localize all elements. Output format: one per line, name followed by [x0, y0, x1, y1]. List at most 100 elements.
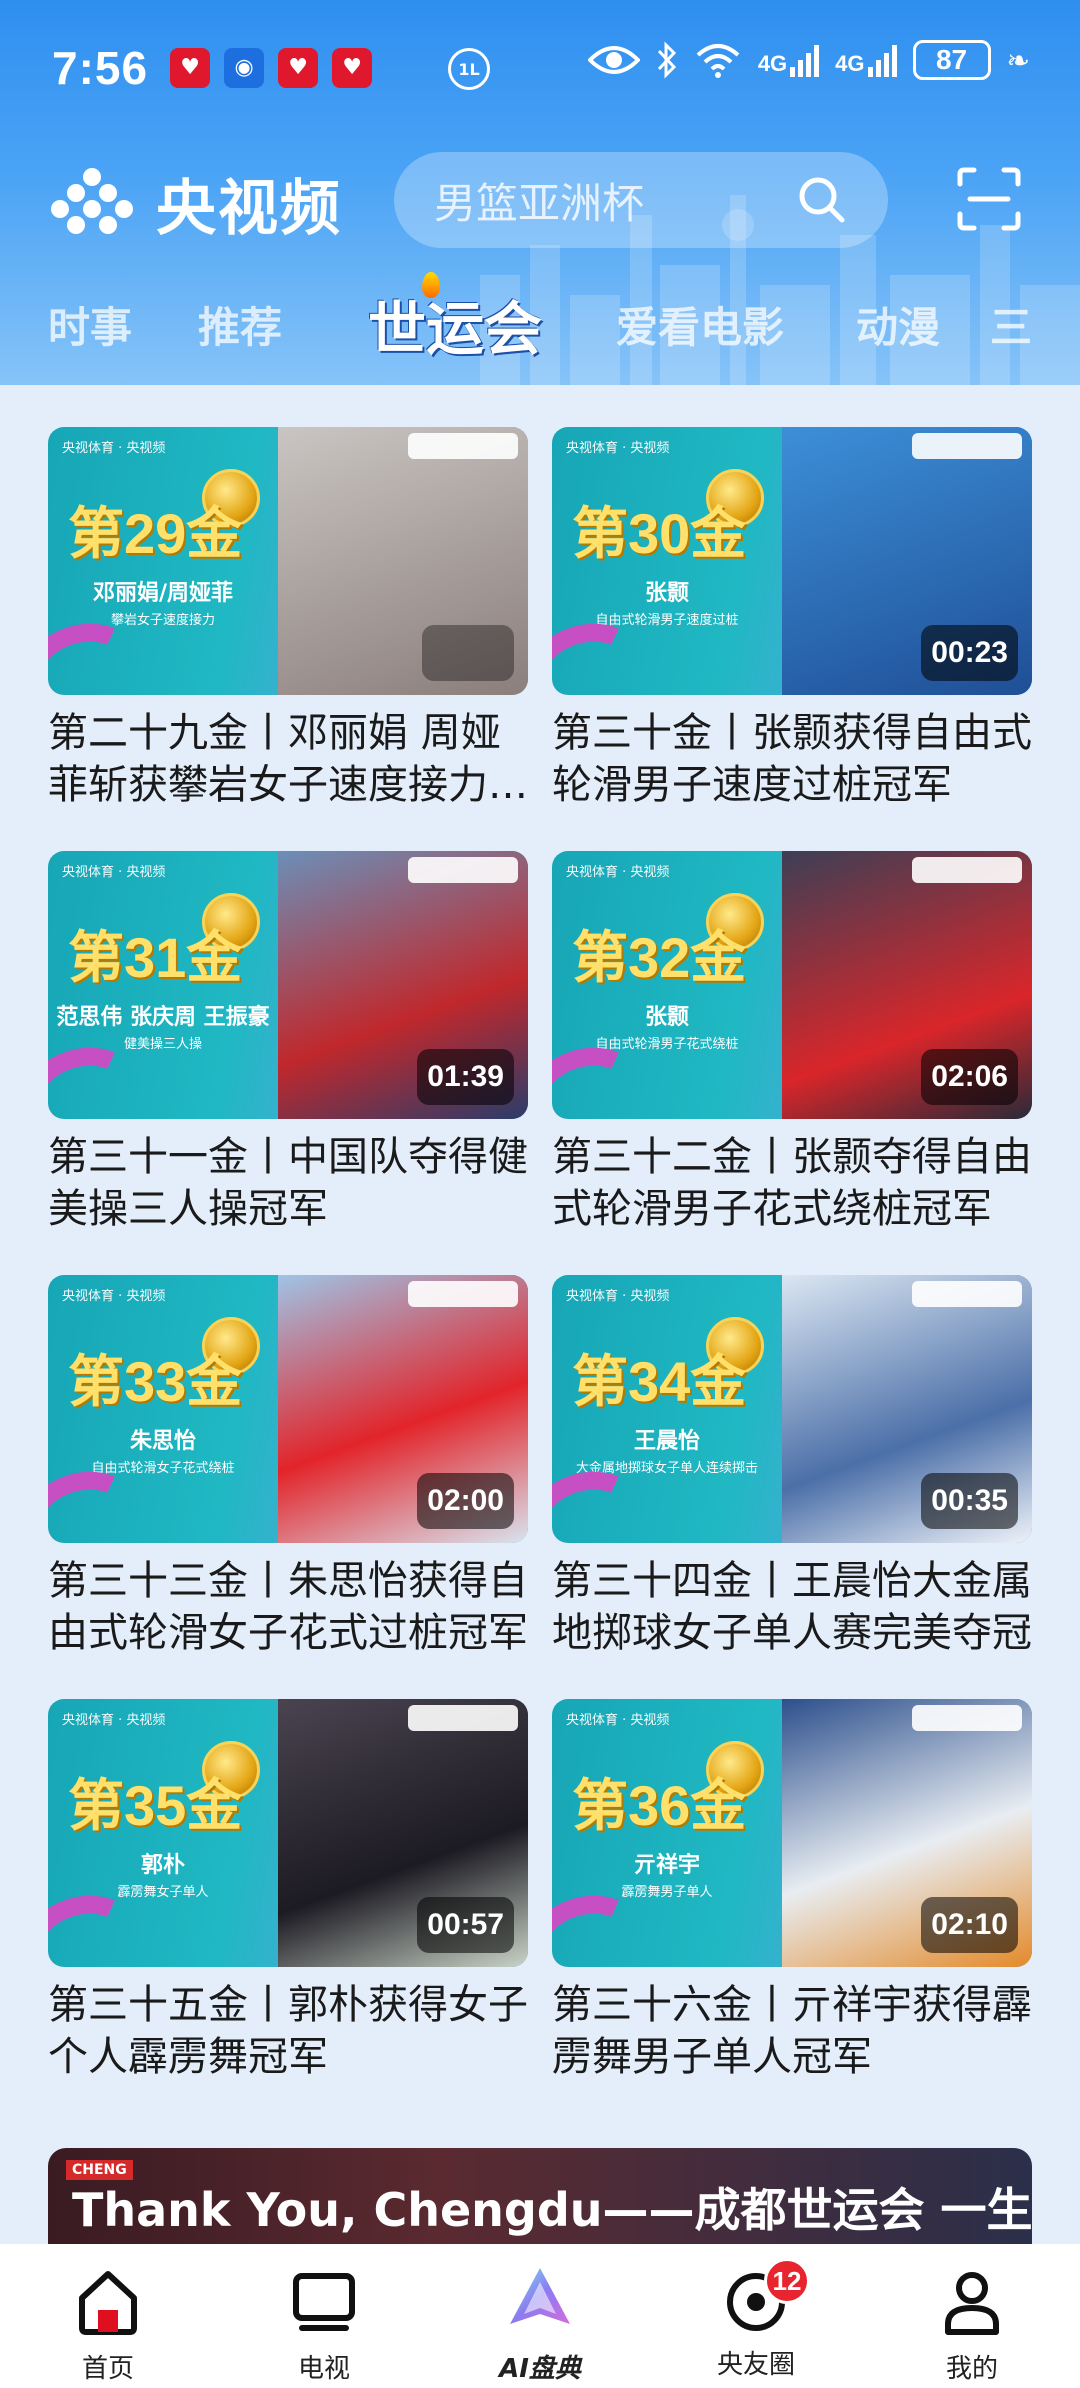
nav-ai-label: AI盘典 [499, 2354, 581, 2384]
world-games-logo [912, 857, 1022, 883]
leaf-icon: ❧ [1006, 43, 1030, 77]
notification-icons: ♥ ◉ ♥ ♥ [170, 47, 373, 88]
gold-number: 第36金 [572, 1774, 747, 1837]
thumb-brand: 央视体育 · 央视频 [62, 1289, 166, 1304]
video-title[interactable]: 第三十六金丨亓祥宇获得霹雳舞男子单人冠军 [552, 1979, 1032, 2083]
video-thumbnail[interactable]: 央视体育 · 央视频 第31金 范思伟 张庆周 王振豪 健美操三人操 01:39 [48, 851, 528, 1119]
video-title[interactable]: 第三十五金丨郭朴获得女子个人霹雳舞冠军 [48, 1979, 528, 2083]
athlete-name: 郭朴 [140, 1853, 185, 1878]
athlete-name: 朱思怡 [129, 1429, 196, 1454]
video-title[interactable]: 第三十二金丨张颢夺得自由式轮滑男子花式绕桩冠军 [552, 1131, 1032, 1235]
video-card[interactable]: 央视体育 · 央视频 第34金 王晨怡 大金属地掷球女子单人连续掷击 00:35… [552, 1275, 1032, 1659]
signal-bars-icon [790, 43, 820, 77]
search-icon[interactable] [796, 174, 848, 226]
tab-current-affairs[interactable]: 时事 [48, 294, 132, 355]
video-thumbnail[interactable]: 央视体育 · 央视频 第34金 王晨怡 大金属地掷球女子单人连续掷击 00:35 [552, 1275, 1032, 1543]
gold-number: 第29金 [68, 502, 243, 565]
world-games-logo [912, 433, 1022, 459]
data-usage-icon: 1L [448, 48, 490, 90]
video-card[interactable]: 央视体育 · 央视频 第32金 张颢 自由式轮滑男子花式绕桩 02:06 第三十… [552, 851, 1032, 1235]
video-duration: 01:39 [417, 1049, 514, 1105]
tab-more[interactable]: 三 [990, 294, 1032, 355]
athlete-name: 范思伟 张庆周 王振豪 [56, 1005, 270, 1030]
app-name: 央视频 [156, 174, 342, 244]
video-thumbnail[interactable]: 央视体育 · 央视频 第29金 邓丽娟/周娅菲 攀岩女子速度接力 [48, 427, 528, 695]
athlete-name: 张颢 [644, 1005, 689, 1030]
user-icon [945, 2272, 999, 2335]
search-placeholder: 男篮亚洲杯 [434, 178, 645, 228]
notification-badge: 12 [764, 2258, 810, 2304]
heart-app-icon: ♥ [332, 47, 373, 88]
search-bar[interactable]: 男篮亚洲杯 [394, 152, 888, 248]
thumb-brand: 央视体育 · 央视频 [566, 441, 670, 456]
wifi-icon [696, 44, 740, 78]
athlete-name: 邓丽娟/周娅菲 [92, 581, 234, 606]
video-card[interactable]: 央视体育 · 央视频 第29金 邓丽娟/周娅菲 攀岩女子速度接力 第二十九金丨邓… [48, 427, 528, 811]
tab-anime[interactable]: 动漫 [856, 294, 940, 355]
video-duration: 02:10 [921, 1897, 1018, 1953]
nav-profile-label: 我的 [945, 2354, 998, 2384]
flame-icon [422, 272, 440, 298]
scan-icon[interactable] [956, 166, 1022, 232]
world-games-logo [408, 857, 518, 883]
gold-number: 第31金 [68, 926, 243, 989]
video-duration [422, 625, 514, 681]
app-logo[interactable]: 央视频 [46, 160, 342, 247]
world-games-logo [912, 1705, 1022, 1731]
video-card[interactable]: 央视体育 · 央视频 第30金 张颢 自由式轮滑男子速度过桩 00:23 第三十… [552, 427, 1032, 811]
nav-ai[interactable]: AI盘典 [470, 2266, 610, 2385]
nav-home[interactable]: 首页 [38, 2266, 178, 2385]
video-title[interactable]: 第三十三金丨朱思怡获得自由式轮滑女子花式过桩冠军 [48, 1555, 528, 1659]
video-thumbnail[interactable]: 央视体育 · 央视频 第32金 张颢 自由式轮滑男子花式绕桩 02:06 [552, 851, 1032, 1119]
video-duration: 00:23 [921, 625, 1018, 681]
header: 7:56 ♥ ◉ ♥ ♥ 1L 4G 4G 87 ❧ 央视频 男篮亚洲杯 时事 … [0, 0, 1080, 385]
featured-banner[interactable]: CHENG Thank You, Chengdu——成都世运会 一生难忘的回忆! [48, 2148, 1032, 2258]
video-thumbnail[interactable]: 央视体育 · 央视频 第33金 朱思怡 自由式轮滑女子花式绕桩 02:00 [48, 1275, 528, 1543]
nav-tv-label: 电视 [297, 2354, 350, 2384]
gold-number: 第30金 [572, 502, 747, 565]
athlete-name: 亓祥宇 [633, 1853, 700, 1878]
video-card[interactable]: 央视体育 · 央视频 第36金 亓祥宇 霹雳舞男子单人 02:10 第三十六金丨… [552, 1699, 1032, 2083]
heart-app-icon: ♥ [278, 47, 319, 88]
thumb-brand: 央视体育 · 央视频 [62, 441, 166, 456]
gold-number: 第33金 [68, 1350, 243, 1413]
bluetooth-icon [657, 41, 676, 79]
video-thumbnail[interactable]: 央视体育 · 央视频 第30金 张颢 自由式轮滑男子速度过桩 00:23 [552, 427, 1032, 695]
video-title[interactable]: 第二十九金丨邓丽娟 周娅菲斩获攀岩女子速度接力冠军 [48, 707, 528, 811]
nav-home-label: 首页 [81, 2354, 134, 2384]
heart-app-icon: ♥ [170, 47, 211, 88]
cellular-signal-1: 4G [757, 43, 820, 77]
video-thumbnail[interactable]: 央视体育 · 央视频 第35金 郭朴 霹雳舞女子单人 00:57 [48, 1699, 528, 1967]
video-title[interactable]: 第三十金丨张颢获得自由式轮滑男子速度过桩冠军 [552, 707, 1032, 811]
world-games-logo [408, 1281, 518, 1307]
video-title[interactable]: 第三十四金丨王晨怡大金属地掷球女子单人赛完美夺冠 [552, 1555, 1032, 1659]
video-duration: 02:06 [921, 1049, 1018, 1105]
nav-tv[interactable]: 电视 [254, 2266, 394, 2385]
cellular-signal-2: 4G [835, 43, 897, 77]
thumb-brand: 央视体育 · 央视频 [566, 865, 670, 880]
signal-bars-icon [867, 43, 897, 77]
bottom-navigation: 首页 电视 AI盘典 12 央友圈 我的 [0, 2244, 1080, 2388]
nav-community[interactable]: 12 央友圈 [686, 2258, 826, 2381]
video-card[interactable]: 央视体育 · 央视频 第35金 郭朴 霹雳舞女子单人 00:57 第三十五金丨郭… [48, 1699, 528, 2083]
video-card[interactable]: 央视体育 · 央视频 第33金 朱思怡 自由式轮滑女子花式绕桩 02:00 第三… [48, 1275, 528, 1659]
tab-movies[interactable]: 爱看电影 [616, 294, 784, 355]
thumb-brand: 央视体育 · 央视频 [62, 865, 166, 880]
athlete-name: 张颢 [644, 581, 689, 606]
video-thumbnail[interactable]: 央视体育 · 央视频 第36金 亓祥宇 霹雳舞男子单人 02:10 [552, 1699, 1032, 1967]
video-card[interactable]: 央视体育 · 央视频 第31金 范思伟 张庆周 王振豪 健美操三人操 01:39… [48, 851, 528, 1235]
logo-icon [51, 167, 133, 234]
circle-icon-wrap: 12 [720, 2258, 810, 2338]
tab-recommended[interactable]: 推荐 [198, 294, 282, 355]
tab-world-games[interactable]: 世运会 [368, 272, 543, 366]
nav-profile[interactable]: 我的 [902, 2266, 1042, 2385]
world-games-logo [408, 1705, 518, 1731]
network-type-label: 4G [757, 51, 788, 76]
home-icon [79, 2271, 137, 2335]
video-duration: 02:00 [417, 1473, 514, 1529]
banner-title: Thank You, Chengdu——成都世运会 一生难忘的回忆! [72, 2183, 1032, 2237]
video-title[interactable]: 第三十一金丨中国队夺得健美操三人操冠军 [48, 1131, 528, 1235]
nav-community-label: 央友圈 [716, 2350, 795, 2380]
tab-world-games-label: 世运会 [368, 295, 543, 363]
thumb-brand: 央视体育 · 央视频 [566, 1289, 670, 1304]
